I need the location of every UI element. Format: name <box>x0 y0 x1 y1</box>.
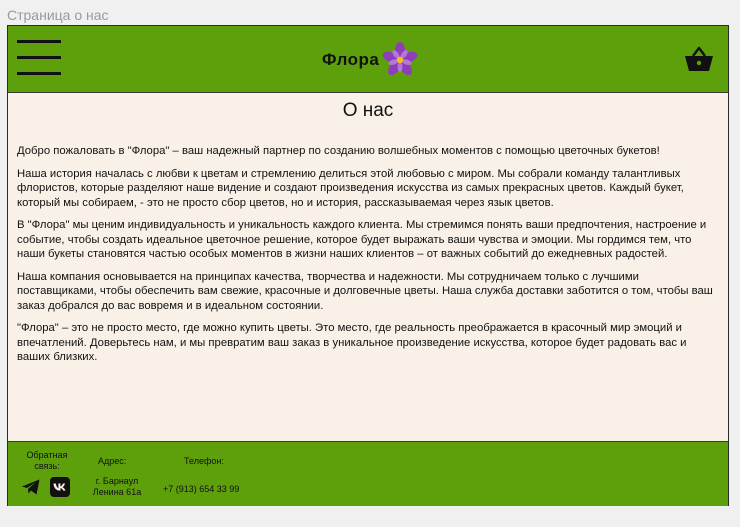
phone-label: Телефон: <box>184 456 224 466</box>
address-value: г. Барнаул Ленина 61а <box>92 476 142 497</box>
menu-bar <box>17 56 61 59</box>
about-text: Добро пожаловать в "Флора" – ваш надежны… <box>17 144 721 373</box>
logo-text: Флора <box>322 50 380 69</box>
hamburger-menu-icon[interactable] <box>17 40 61 76</box>
address-label: Адрес: <box>98 456 127 466</box>
footer: Обратная связь: Адрес: г. Барнаул Ленина… <box>8 441 728 506</box>
paragraph: Наша история началась с любви к цветам и… <box>17 167 684 209</box>
menu-bar <box>17 72 61 75</box>
paragraph: Наша компания основывается на принципах … <box>17 270 713 312</box>
flower-icon <box>383 42 418 76</box>
telegram-icon[interactable] <box>21 477 41 497</box>
logo[interactable]: Флора <box>322 42 419 78</box>
about-page: Флора О нас Добро пожаловать в "Флора" –… <box>7 25 729 506</box>
header: Флора <box>8 26 728 93</box>
menu-bar <box>17 40 61 43</box>
phone-value[interactable]: +7 (913) 654 33 99 <box>163 484 239 494</box>
basket-icon[interactable] <box>684 46 714 72</box>
paragraph: "Флора" – это не просто место, где можно… <box>17 322 687 363</box>
frame-title: Страница о нас <box>7 7 109 23</box>
feedback-label: Обратная связь: <box>26 450 68 471</box>
paragraph: Добро пожаловать в "Флора" – ваш надежны… <box>17 145 660 157</box>
page-title: О нас <box>342 100 394 121</box>
paragraph: В "Флора" мы ценим индивидуальность и ун… <box>17 219 707 260</box>
vk-icon[interactable] <box>50 477 70 497</box>
